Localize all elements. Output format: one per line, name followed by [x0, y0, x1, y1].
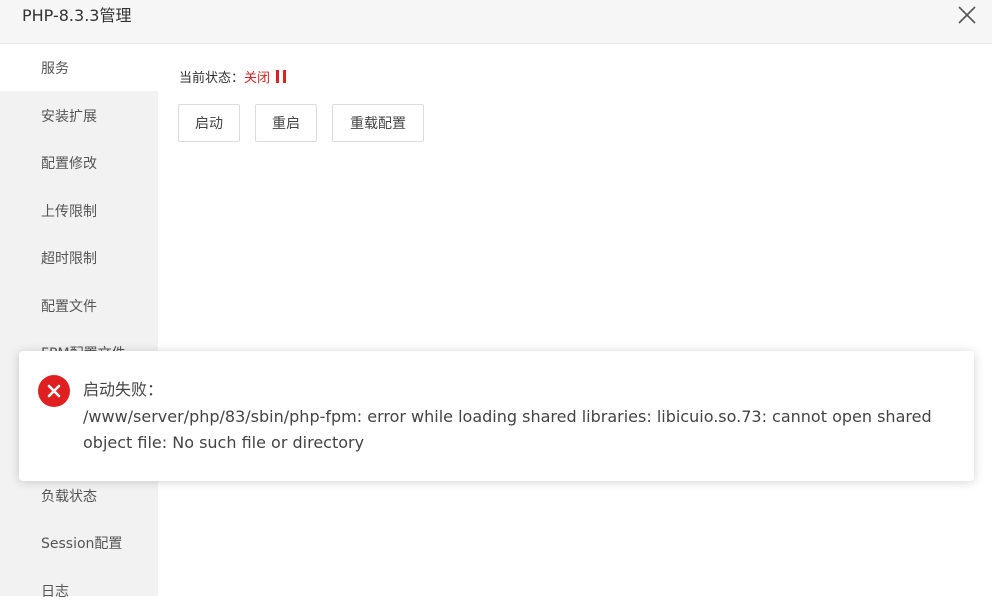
window-title: PHP-8.3.3管理 [22, 6, 132, 25]
close-icon [958, 6, 976, 24]
sidebar-item-timeout-limit[interactable]: 超时限制 [0, 234, 158, 281]
sidebar-item-config-edit[interactable]: 配置修改 [0, 139, 158, 186]
sidebar-item-label: 日志 [41, 583, 69, 600]
sidebar: 服务 安装扩展 配置修改 上传限制 超时限制 配置文件 FPM配置文件 负载状态… [0, 44, 158, 600]
sidebar-item-session-config[interactable]: Session配置 [0, 519, 158, 566]
pause-icon [276, 70, 287, 83]
toast-title: 启动失败： [83, 380, 164, 399]
sidebar-item-label: 安装扩展 [41, 108, 97, 125]
close-button[interactable] [956, 4, 978, 26]
sidebar-item-label: 配置修改 [41, 155, 97, 172]
restart-button[interactable]: 重启 [255, 104, 317, 142]
toast-message: /www/server/php/83/sbin/php-fpm: error w… [83, 407, 932, 452]
sidebar-item-service[interactable]: 服务 [0, 44, 158, 91]
sidebar-item-config-file[interactable]: 配置文件 [0, 282, 158, 329]
title-bar: PHP-8.3.3管理 [0, 0, 992, 44]
sidebar-item-upload-limit[interactable]: 上传限制 [0, 187, 158, 234]
sidebar-item-extensions[interactable]: 安装扩展 [0, 92, 158, 139]
sidebar-item-label: 配置文件 [41, 298, 97, 315]
start-button[interactable]: 启动 [178, 104, 240, 142]
error-icon [38, 375, 70, 407]
sidebar-item-label: 上传限制 [41, 203, 97, 220]
sidebar-item-label: 服务 [41, 60, 69, 77]
sidebar-item-label: 超时限制 [41, 250, 97, 267]
error-toast: 启动失败： /www/server/php/83/sbin/php-fpm: e… [19, 351, 974, 481]
sidebar-item-log[interactable]: 日志 [0, 567, 158, 614]
status-label: 当前状态： [179, 71, 245, 86]
reload-config-button[interactable]: 重载配置 [332, 104, 424, 142]
sidebar-item-label: 负载状态 [41, 488, 97, 505]
status-value: 关闭 [244, 71, 271, 86]
status-row: 当前状态： 关闭 [179, 67, 287, 86]
sidebar-item-label: Session配置 [41, 535, 123, 552]
